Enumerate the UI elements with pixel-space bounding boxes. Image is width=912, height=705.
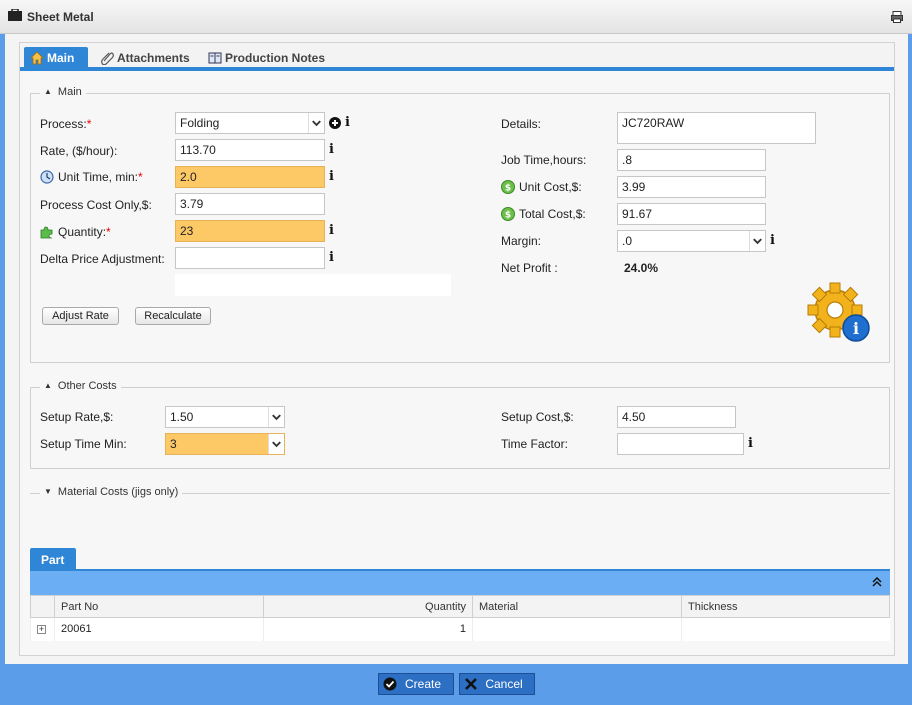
print-icon[interactable] xyxy=(891,11,903,23)
adjust-rate-button[interactable]: Adjust Rate xyxy=(42,307,119,325)
delta-price-field[interactable] xyxy=(175,247,325,269)
process-info-icon[interactable]: i xyxy=(345,116,353,130)
cell-thickness xyxy=(681,617,890,641)
process-cost-field[interactable]: 3.79 xyxy=(175,193,325,215)
net-profit-value: 24.0% xyxy=(624,261,659,275)
delta-price-label: Delta Price Adjustment: xyxy=(40,252,165,266)
add-circle-icon[interactable] xyxy=(329,117,341,129)
cancel-button[interactable]: Cancel xyxy=(459,673,535,695)
main-section-legend[interactable]: ▲ Main xyxy=(40,86,86,98)
home-icon xyxy=(30,51,44,65)
column-header-quantity[interactable]: Quantity xyxy=(263,595,473,618)
dialog-footer: Create Cancel xyxy=(0,664,912,705)
expand-triangle-icon: ▼ xyxy=(44,487,52,496)
margin-select[interactable]: .0 xyxy=(617,230,766,252)
setup-time-label: Setup Time Min: xyxy=(40,437,127,451)
svg-text:$: $ xyxy=(505,211,511,221)
briefcase-icon xyxy=(8,9,22,21)
chevron-down-icon xyxy=(749,231,765,251)
cell-quantity: 1 xyxy=(263,617,473,641)
clock-icon xyxy=(40,170,54,184)
gear-info-icon: i xyxy=(807,282,870,342)
table-row[interactable]: + 20061 1 xyxy=(30,617,890,641)
rate-field[interactable]: 113.70 xyxy=(175,139,325,161)
expand-plus-icon[interactable]: + xyxy=(37,625,46,635)
process-select[interactable]: Folding xyxy=(175,112,325,134)
blank-area xyxy=(175,274,451,296)
tab-bar: Main Attachments Production Notes xyxy=(20,43,894,71)
window-title: Sheet Metal xyxy=(27,10,94,24)
collapse-double-chevron-icon[interactable] xyxy=(872,577,882,587)
time-factor-field[interactable] xyxy=(617,433,744,455)
paperclip-icon xyxy=(101,52,114,65)
create-button[interactable]: Create xyxy=(378,673,454,695)
tab-main-label: Main xyxy=(47,51,75,65)
quantity-label: Quantity:* xyxy=(40,225,111,239)
tab-production-notes-label: Production Notes xyxy=(225,51,326,65)
dollar-coin-icon: $ xyxy=(501,207,515,221)
setup-rate-select[interactable]: 1.50 xyxy=(165,406,285,428)
cell-material xyxy=(472,617,682,641)
unit-time-info-icon[interactable]: i xyxy=(329,170,337,184)
rate-label: Rate, ($/hour): xyxy=(40,144,118,158)
job-time-label: Job Time,hours: xyxy=(501,153,587,167)
margin-info-icon[interactable]: i xyxy=(770,234,778,248)
details-label: Details: xyxy=(501,117,542,131)
other-costs-legend[interactable]: ▲ Other Costs xyxy=(40,380,121,392)
notebook-icon xyxy=(208,52,222,64)
details-field[interactable]: JC720RAW xyxy=(617,112,816,144)
time-factor-info-icon[interactable]: i xyxy=(748,437,756,451)
time-factor-label: Time Factor: xyxy=(501,437,568,451)
margin-label: Margin: xyxy=(501,234,542,248)
part-grid-column-headers: Part No Quantity Material Thickness xyxy=(30,595,890,618)
tab-panel: Main Attachments Production Notes ▲Main xyxy=(19,42,895,656)
part-grid: Part No Quantity Material Thickness + 20… xyxy=(30,595,890,641)
row-expander-cell[interactable]: + xyxy=(30,617,55,641)
chevron-down-icon xyxy=(268,407,284,427)
delta-price-info-icon[interactable]: i xyxy=(329,251,337,265)
title-bar: Sheet Metal xyxy=(0,0,912,34)
quantity-info-icon[interactable]: i xyxy=(329,224,337,238)
dialog-content: Main Attachments Production Notes ▲Main xyxy=(5,34,908,664)
svg-text:$: $ xyxy=(505,184,511,194)
material-costs-legend[interactable]: ▼ Material Costs (jigs only) xyxy=(40,486,183,498)
column-header-part-no[interactable]: Part No xyxy=(54,595,264,618)
tab-production-notes[interactable]: Production Notes xyxy=(202,47,332,71)
unit-time-field[interactable]: 2.0 xyxy=(175,166,325,188)
tab-part[interactable]: Part xyxy=(30,548,76,571)
quantity-field[interactable]: 23 xyxy=(175,220,325,242)
sheet-metal-dialog: Sheet Metal Main Attachments Production … xyxy=(0,0,912,705)
recalculate-button[interactable]: Recalculate xyxy=(135,307,211,325)
dollar-coin-icon: $ xyxy=(501,180,515,194)
total-cost-field[interactable]: 91.67 xyxy=(617,203,766,225)
unit-time-label: Unit Time, min:* xyxy=(40,170,143,184)
part-grid-header xyxy=(30,569,890,595)
process-label: Process:* xyxy=(40,117,92,131)
chevron-down-icon xyxy=(308,113,324,133)
other-costs-section xyxy=(30,387,890,469)
setup-cost-field[interactable]: 4.50 xyxy=(617,406,736,428)
cell-part-no: 20061 xyxy=(54,617,264,641)
svg-text:i: i xyxy=(853,319,859,338)
setup-cost-label: Setup Cost,$: xyxy=(501,410,574,424)
chevron-down-icon xyxy=(268,434,284,454)
column-header-material[interactable]: Material xyxy=(472,595,682,618)
job-time-field[interactable]: .8 xyxy=(617,149,766,171)
setup-rate-label: Setup Rate,$: xyxy=(40,410,114,424)
net-profit-label: Net Profit : xyxy=(501,261,558,275)
collapse-triangle-icon: ▲ xyxy=(44,87,52,96)
expander-column-header xyxy=(30,595,55,618)
rate-info-icon[interactable]: i xyxy=(329,143,337,157)
total-cost-label: $ Total Cost,$: xyxy=(501,207,586,221)
process-cost-label: Process Cost Only,$: xyxy=(40,198,152,212)
tab-attachments-label: Attachments xyxy=(117,51,190,65)
unit-cost-label: $ Unit Cost,$: xyxy=(501,180,582,194)
setup-time-select[interactable]: 3 xyxy=(165,433,285,455)
tab-attachments[interactable]: Attachments xyxy=(94,47,196,71)
puzzle-icon xyxy=(40,226,53,239)
collapse-triangle-icon: ▲ xyxy=(44,381,52,390)
column-header-thickness[interactable]: Thickness xyxy=(681,595,890,618)
tab-main[interactable]: Main xyxy=(24,47,88,71)
unit-cost-field[interactable]: 3.99 xyxy=(617,176,766,198)
